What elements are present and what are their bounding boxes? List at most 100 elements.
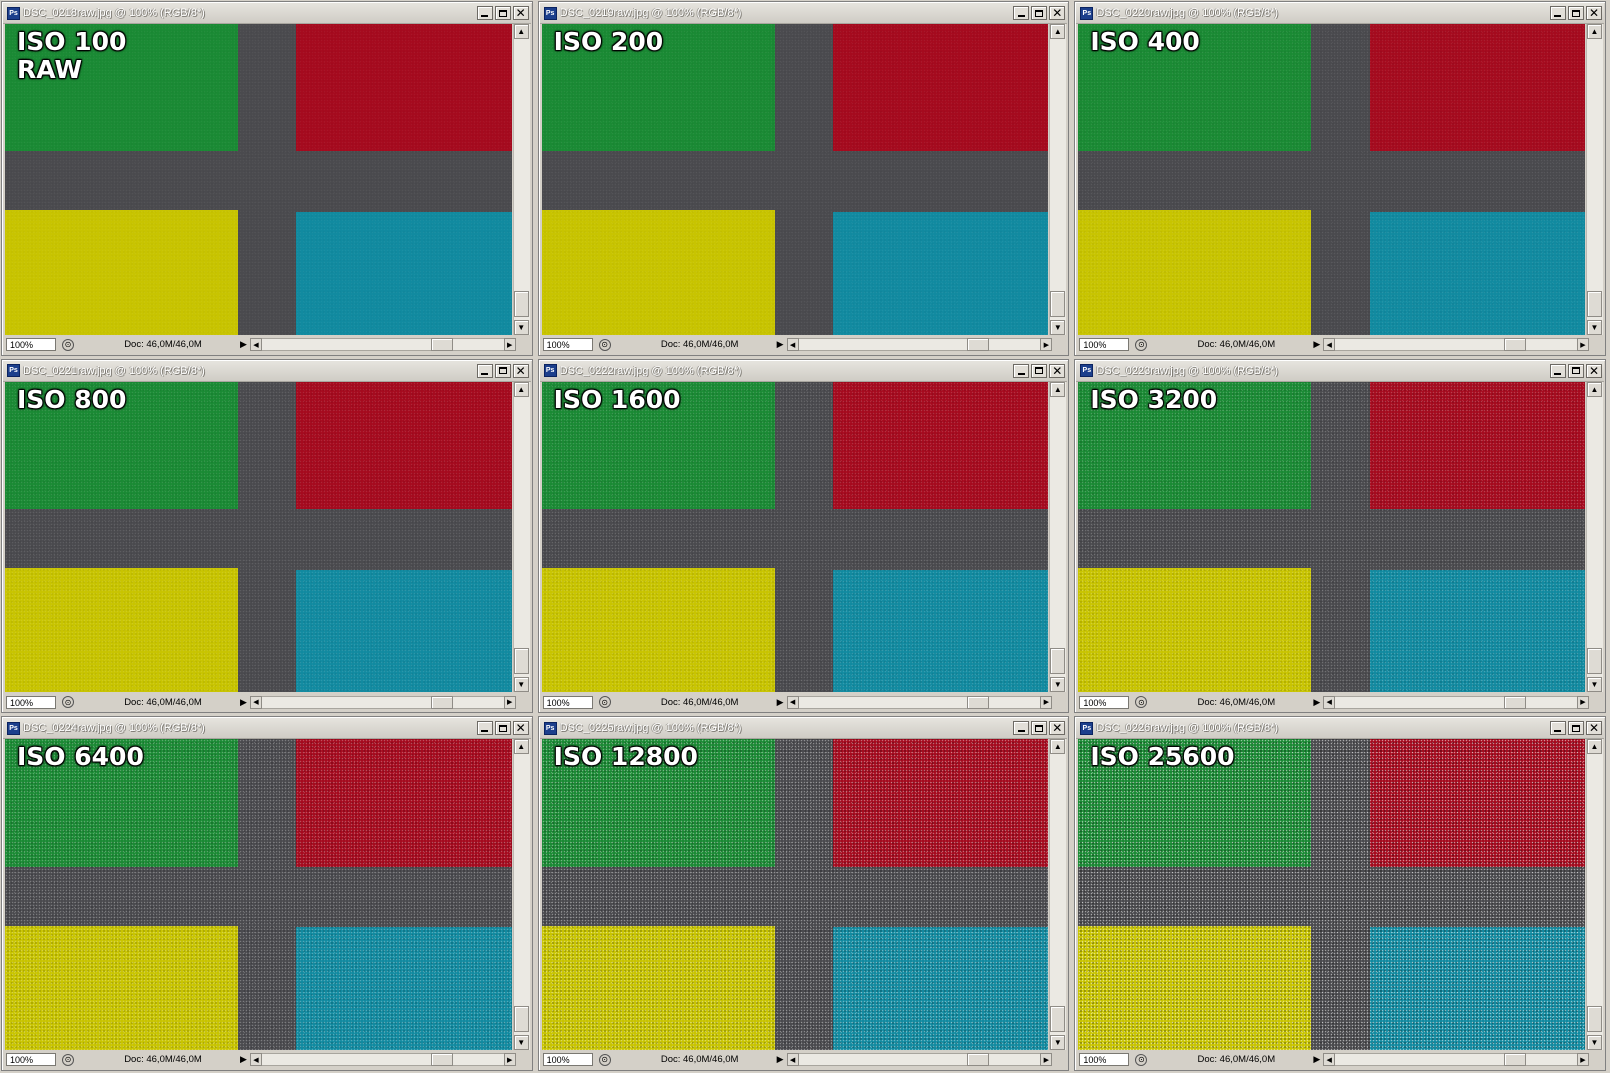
status-menu-icon[interactable]: ⊙ [598, 696, 611, 709]
document-window-9[interactable]: Ps DSC_0226raw.jpg @ 100% (RGB/8*) ✕ ISO… [1074, 716, 1606, 1071]
image-canvas[interactable]: ISO 800 [5, 381, 512, 693]
image-canvas[interactable]: ISO 100 RAW [5, 24, 512, 335]
minimize-button[interactable] [1013, 363, 1030, 378]
maximize-button[interactable] [1567, 6, 1584, 20]
window-titlebar[interactable]: Ps DSC_0221raw.jpg @ 100% (RGB/8*) ✕ [3, 360, 531, 382]
close-button[interactable]: ✕ [1049, 721, 1066, 736]
horizontal-scroll-thumb[interactable] [430, 338, 453, 352]
scroll-right-button[interactable]: ▶ [1040, 695, 1053, 709]
vertical-scrollbar[interactable]: ▲ ▼ [1049, 739, 1067, 1050]
horizontal-scrollbar[interactable]: ◀ ▶ [1323, 338, 1589, 352]
zoom-level-field[interactable]: 100% [6, 695, 56, 709]
scroll-left-button[interactable]: ◀ [249, 338, 262, 352]
scroll-right-button[interactable]: ▶ [1576, 1053, 1589, 1067]
maximize-button[interactable] [494, 363, 511, 378]
vertical-scroll-thumb[interactable] [1050, 1005, 1066, 1032]
document-window-6[interactable]: Ps DSC_0223raw.jpg @ 100% (RGB/8*) ✕ ISO… [1074, 358, 1606, 714]
maximize-button[interactable] [1031, 721, 1048, 736]
status-menu-arrow-icon[interactable]: ▶ [240, 1054, 247, 1065]
window-titlebar[interactable]: Ps DSC_0218raw.jpg @ 100% (RGB/8*) ✕ [3, 3, 531, 24]
status-menu-arrow-icon[interactable]: ▶ [1313, 339, 1320, 350]
vertical-scroll-thumb[interactable] [1050, 290, 1066, 317]
document-window-8[interactable]: Ps DSC_0225raw.jpg @ 100% (RGB/8*) ✕ ISO… [537, 716, 1070, 1071]
scroll-right-button[interactable]: ▶ [1576, 695, 1589, 709]
vertical-scroll-thumb[interactable] [1586, 290, 1602, 317]
minimize-button[interactable] [1013, 6, 1030, 20]
scroll-down-button[interactable]: ▼ [513, 677, 529, 693]
horizontal-scroll-thumb[interactable] [967, 695, 990, 709]
scroll-up-button[interactable]: ▲ [513, 381, 529, 397]
image-canvas[interactable]: ISO 6400 [5, 739, 512, 1050]
scroll-down-button[interactable]: ▼ [1050, 677, 1066, 693]
close-button[interactable]: ✕ [512, 6, 529, 20]
scroll-down-button[interactable]: ▼ [1586, 319, 1602, 335]
scroll-right-button[interactable]: ▶ [1040, 1053, 1053, 1067]
status-menu-icon[interactable]: ⊙ [62, 1053, 74, 1066]
zoom-level-field[interactable]: 100% [1079, 1053, 1130, 1067]
minimize-button[interactable] [1013, 721, 1030, 736]
minimize-button[interactable] [476, 6, 493, 20]
status-menu-arrow-icon[interactable]: ▶ [240, 697, 247, 708]
scroll-right-button[interactable]: ▶ [503, 1053, 516, 1067]
horizontal-scroll-thumb[interactable] [430, 1053, 453, 1067]
close-button[interactable]: ✕ [1049, 6, 1066, 20]
maximize-button[interactable] [1567, 363, 1584, 378]
window-titlebar[interactable]: Ps DSC_0224raw.jpg @ 100% (RGB/8*) ✕ [3, 718, 531, 740]
window-titlebar[interactable]: Ps DSC_0220raw.jpg @ 100% (RGB/8*) ✕ [1076, 3, 1604, 24]
window-titlebar[interactable]: Ps DSC_0225raw.jpg @ 100% (RGB/8*) ✕ [539, 718, 1068, 740]
vertical-scrollbar[interactable]: ▲ ▼ [1049, 381, 1067, 693]
minimize-button[interactable] [1549, 6, 1566, 20]
scroll-left-button[interactable]: ◀ [1323, 1053, 1336, 1067]
window-titlebar[interactable]: Ps DSC_0219raw.jpg @ 100% (RGB/8*) ✕ [539, 3, 1068, 24]
vertical-scrollbar[interactable]: ▲ ▼ [512, 739, 530, 1050]
status-menu-arrow-icon[interactable]: ▶ [777, 697, 784, 708]
close-button[interactable]: ✕ [1049, 363, 1066, 378]
close-button[interactable]: ✕ [512, 363, 529, 378]
window-titlebar[interactable]: Ps DSC_0226raw.jpg @ 100% (RGB/8*) ✕ [1076, 718, 1604, 740]
status-menu-arrow-icon[interactable]: ▶ [1313, 697, 1320, 708]
status-menu-icon[interactable]: ⊙ [62, 696, 74, 709]
status-menu-arrow-icon[interactable]: ▶ [240, 339, 247, 350]
scroll-down-button[interactable]: ▼ [1050, 319, 1066, 335]
scroll-right-button[interactable]: ▶ [1040, 338, 1053, 352]
horizontal-scroll-thumb[interactable] [967, 1053, 990, 1067]
zoom-level-field[interactable]: 100% [6, 1053, 56, 1067]
scroll-left-button[interactable]: ◀ [786, 1053, 799, 1067]
window-titlebar[interactable]: Ps DSC_0223raw.jpg @ 100% (RGB/8*) ✕ [1076, 360, 1604, 382]
image-canvas[interactable]: ISO 25600 [1078, 739, 1585, 1050]
horizontal-scrollbar[interactable]: ◀ ▶ [249, 695, 516, 709]
vertical-scroll-thumb[interactable] [1586, 648, 1602, 675]
scroll-left-button[interactable]: ◀ [249, 1053, 262, 1067]
vertical-scroll-thumb[interactable] [513, 290, 529, 317]
status-menu-arrow-icon[interactable]: ▶ [1313, 1054, 1320, 1065]
horizontal-scrollbar[interactable]: ◀ ▶ [249, 1053, 516, 1067]
scroll-up-button[interactable]: ▲ [1050, 24, 1066, 39]
status-menu-icon[interactable]: ⊙ [1135, 1053, 1148, 1066]
scroll-up-button[interactable]: ▲ [1586, 739, 1602, 755]
close-button[interactable]: ✕ [1585, 721, 1602, 736]
status-menu-icon[interactable]: ⊙ [598, 1053, 611, 1066]
scroll-left-button[interactable]: ◀ [786, 338, 799, 352]
scroll-up-button[interactable]: ▲ [1050, 381, 1066, 397]
vertical-scrollbar[interactable]: ▲ ▼ [512, 381, 530, 693]
zoom-level-field[interactable]: 100% [542, 338, 593, 352]
zoom-level-field[interactable]: 100% [542, 1053, 593, 1067]
scroll-right-button[interactable]: ▶ [503, 695, 516, 709]
image-canvas[interactable]: ISO 1600 [541, 381, 1049, 693]
status-menu-icon[interactable]: ⊙ [1135, 338, 1148, 351]
vertical-scroll-thumb[interactable] [1050, 648, 1066, 675]
maximize-button[interactable] [1031, 6, 1048, 20]
scroll-up-button[interactable]: ▲ [513, 24, 529, 39]
scroll-up-button[interactable]: ▲ [513, 739, 529, 755]
close-button[interactable]: ✕ [512, 721, 529, 736]
scroll-down-button[interactable]: ▼ [513, 319, 529, 335]
scroll-down-button[interactable]: ▼ [513, 1034, 529, 1050]
horizontal-scroll-thumb[interactable] [430, 695, 453, 709]
zoom-level-field[interactable]: 100% [1079, 695, 1130, 709]
close-button[interactable]: ✕ [1585, 363, 1602, 378]
scroll-left-button[interactable]: ◀ [1323, 695, 1336, 709]
scroll-down-button[interactable]: ▼ [1586, 1034, 1602, 1050]
minimize-button[interactable] [476, 363, 493, 378]
vertical-scrollbar[interactable]: ▲ ▼ [1585, 381, 1603, 693]
horizontal-scroll-thumb[interactable] [967, 338, 990, 352]
